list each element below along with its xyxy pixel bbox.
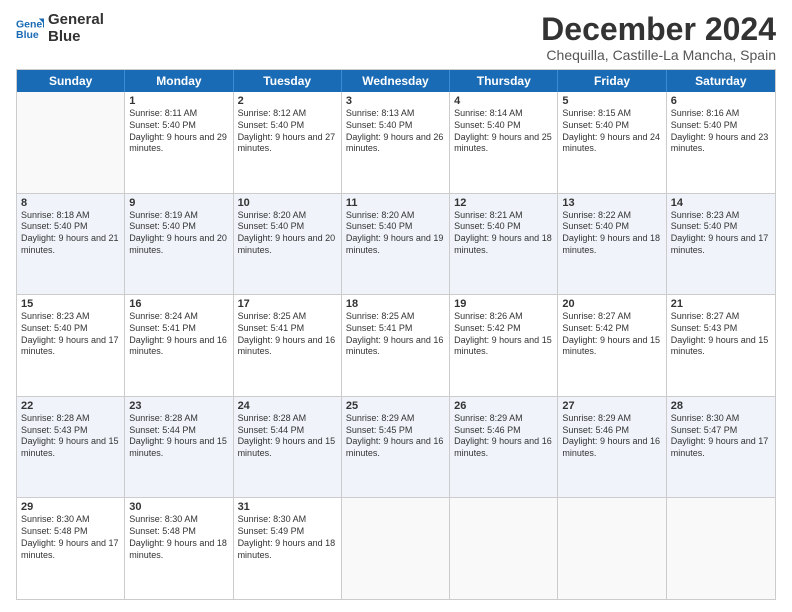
header-day-saturday: Saturday [667,70,775,92]
day-cell-17: 17 Sunrise: 8:25 AMSunset: 5:41 PMDaylig… [234,295,342,396]
header: General Blue General Blue December 2024 … [16,12,776,63]
day-cell-25: 25 Sunrise: 8:29 AMSunset: 5:45 PMDaylig… [342,397,450,498]
day-cell-27: 27 Sunrise: 8:29 AMSunset: 5:46 PMDaylig… [558,397,666,498]
logo-text: General Blue [48,12,104,45]
header-day-sunday: Sunday [17,70,125,92]
calendar-week-5: 29 Sunrise: 8:30 AMSunset: 5:48 PMDaylig… [17,498,775,599]
day-cell-23: 23 Sunrise: 8:28 AMSunset: 5:44 PMDaylig… [125,397,233,498]
day-cell-12: 12 Sunrise: 8:21 AMSunset: 5:40 PMDaylig… [450,194,558,295]
calendar: SundayMondayTuesdayWednesdayThursdayFrid… [16,69,776,600]
logo: General Blue General Blue [16,12,104,45]
page: General Blue General Blue December 2024 … [0,0,792,612]
empty-cell [667,498,775,599]
day-cell-14: 14 Sunrise: 8:23 AMSunset: 5:40 PMDaylig… [667,194,775,295]
main-title: December 2024 [541,12,776,47]
subtitle: Chequilla, Castille-La Mancha, Spain [541,47,776,63]
calendar-week-2: 8 Sunrise: 8:18 AMSunset: 5:40 PMDayligh… [17,194,775,296]
day-cell-26: 26 Sunrise: 8:29 AMSunset: 5:46 PMDaylig… [450,397,558,498]
day-cell-18: 18 Sunrise: 8:25 AMSunset: 5:41 PMDaylig… [342,295,450,396]
calendar-header-row: SundayMondayTuesdayWednesdayThursdayFrid… [17,70,775,92]
empty-cell [342,498,450,599]
day-cell-28: 28 Sunrise: 8:30 AMSunset: 5:47 PMDaylig… [667,397,775,498]
day-cell-22: 22 Sunrise: 8:28 AMSunset: 5:43 PMDaylig… [17,397,125,498]
header-day-friday: Friday [558,70,666,92]
empty-cell [558,498,666,599]
calendar-week-1: 1 Sunrise: 8:11 AMSunset: 5:40 PMDayligh… [17,92,775,194]
header-day-monday: Monday [125,70,233,92]
day-cell-3: 3 Sunrise: 8:13 AMSunset: 5:40 PMDayligh… [342,92,450,193]
day-cell-4: 4 Sunrise: 8:14 AMSunset: 5:40 PMDayligh… [450,92,558,193]
day-cell-31: 31 Sunrise: 8:30 AMSunset: 5:49 PMDaylig… [234,498,342,599]
calendar-week-4: 22 Sunrise: 8:28 AMSunset: 5:43 PMDaylig… [17,397,775,499]
day-cell-5: 5 Sunrise: 8:15 AMSunset: 5:40 PMDayligh… [558,92,666,193]
title-block: December 2024 Chequilla, Castille-La Man… [541,12,776,63]
day-cell-2: 2 Sunrise: 8:12 AMSunset: 5:40 PMDayligh… [234,92,342,193]
day-cell-29: 29 Sunrise: 8:30 AMSunset: 5:48 PMDaylig… [17,498,125,599]
calendar-body: 1 Sunrise: 8:11 AMSunset: 5:40 PMDayligh… [17,92,775,599]
calendar-week-3: 15 Sunrise: 8:23 AMSunset: 5:40 PMDaylig… [17,295,775,397]
day-cell-13: 13 Sunrise: 8:22 AMSunset: 5:40 PMDaylig… [558,194,666,295]
svg-text:Blue: Blue [16,28,39,40]
day-cell-9: 9 Sunrise: 8:19 AMSunset: 5:40 PMDayligh… [125,194,233,295]
empty-cell [450,498,558,599]
day-cell-8: 8 Sunrise: 8:18 AMSunset: 5:40 PMDayligh… [17,194,125,295]
day-cell-30: 30 Sunrise: 8:30 AMSunset: 5:48 PMDaylig… [125,498,233,599]
header-day-wednesday: Wednesday [342,70,450,92]
header-day-tuesday: Tuesday [234,70,342,92]
day-cell-15: 15 Sunrise: 8:23 AMSunset: 5:40 PMDaylig… [17,295,125,396]
header-day-thursday: Thursday [450,70,558,92]
logo-icon: General Blue [16,15,44,43]
empty-cell [17,92,125,193]
day-cell-6: 6 Sunrise: 8:16 AMSunset: 5:40 PMDayligh… [667,92,775,193]
day-cell-19: 19 Sunrise: 8:26 AMSunset: 5:42 PMDaylig… [450,295,558,396]
day-cell-16: 16 Sunrise: 8:24 AMSunset: 5:41 PMDaylig… [125,295,233,396]
day-cell-11: 11 Sunrise: 8:20 AMSunset: 5:40 PMDaylig… [342,194,450,295]
day-cell-21: 21 Sunrise: 8:27 AMSunset: 5:43 PMDaylig… [667,295,775,396]
day-cell-1: 1 Sunrise: 8:11 AMSunset: 5:40 PMDayligh… [125,92,233,193]
day-cell-20: 20 Sunrise: 8:27 AMSunset: 5:42 PMDaylig… [558,295,666,396]
day-cell-10: 10 Sunrise: 8:20 AMSunset: 5:40 PMDaylig… [234,194,342,295]
day-cell-24: 24 Sunrise: 8:28 AMSunset: 5:44 PMDaylig… [234,397,342,498]
